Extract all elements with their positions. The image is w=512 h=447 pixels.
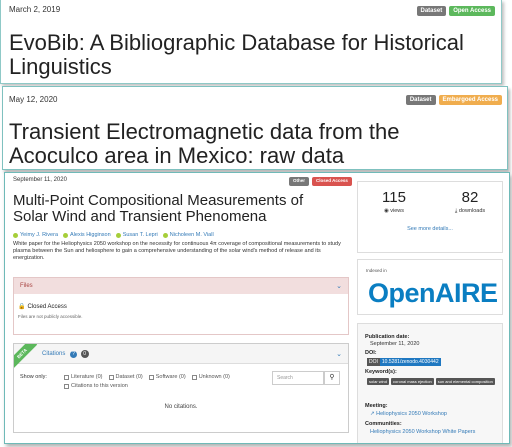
keyword-tag[interactable]: sun and elemental composition bbox=[435, 378, 495, 385]
publication-date-value: September 11, 2020 bbox=[370, 341, 420, 347]
doi-value[interactable]: 10.5281/zenodo.4030442 bbox=[379, 358, 441, 366]
type-badge: Dataset bbox=[405, 95, 436, 105]
openaire-logo[interactable]: OpenAIRE bbox=[368, 278, 498, 309]
orcid-icon bbox=[162, 232, 168, 238]
files-panel: Files ⌄ 🔒 Closed Access Files are not pu… bbox=[13, 277, 349, 335]
checkbox[interactable] bbox=[148, 374, 154, 380]
record-date: March 2, 2019 bbox=[9, 5, 61, 14]
type-badge: Dataset bbox=[416, 6, 447, 16]
filter-unknown[interactable]: Unknown (0) bbox=[191, 374, 230, 380]
record-date: September 11, 2020 bbox=[13, 177, 67, 183]
eye-icon: ◉ bbox=[383, 208, 389, 214]
record-card-tem-data[interactable]: May 12, 2020 Dataset Embargoed Access Tr… bbox=[2, 86, 508, 170]
record-title-line-1[interactable]: Transient Electromagnetic data from the bbox=[9, 120, 399, 144]
record-title-line-1[interactable]: EvoBib: A Bibliographic Database for His… bbox=[9, 31, 464, 55]
help-icon[interactable]: ? bbox=[70, 350, 78, 358]
type-badge: Other bbox=[289, 177, 310, 186]
access-badge: Open Access bbox=[449, 6, 495, 16]
checkbox[interactable] bbox=[108, 374, 114, 380]
orcid-icon bbox=[115, 232, 121, 238]
record-title: Multi-Point Compositional Measurements o… bbox=[13, 192, 304, 225]
record-title-line-2[interactable]: Linguistics bbox=[9, 55, 464, 79]
downloads-stat: 82 ⤓ downloads bbox=[446, 190, 494, 215]
citations-panel: BETA Citations ? 0 ⌄ Show only: Literatu… bbox=[13, 343, 349, 433]
access-badge: Embargoed Access bbox=[438, 95, 502, 105]
views-stat: 115 ◉ views bbox=[374, 189, 414, 215]
checkbox[interactable] bbox=[191, 374, 197, 380]
views-label: ◉ views bbox=[383, 208, 405, 214]
checkbox[interactable] bbox=[64, 383, 69, 389]
filter-this-version[interactable]: Citations to this version bbox=[64, 383, 128, 389]
record-badges: Dataset Open Access bbox=[416, 6, 495, 16]
downloads-label: ⤓ downloads bbox=[454, 208, 486, 214]
record-title-line-2[interactable]: Acoculco area in Mexico: raw data bbox=[9, 144, 399, 168]
citation-filters: Literature (0) Dataset (0) Software (0) … bbox=[64, 374, 264, 389]
record-description: White paper for the Heliophysics 2050 wo… bbox=[13, 241, 341, 261]
doi-badge[interactable]: DOI 10.5281/zenodo.4030442 bbox=[367, 358, 441, 366]
publication-date-label: Publication date: bbox=[365, 334, 410, 340]
author[interactable]: Nicholeen M. Viall bbox=[162, 232, 214, 238]
communities-label: Communities: bbox=[365, 421, 402, 427]
keyword-list: solar wind coronal mass ejection sun and… bbox=[367, 378, 497, 385]
filter-literature[interactable]: Literature (0) bbox=[64, 374, 103, 380]
downloads-count: 82 bbox=[461, 189, 479, 206]
indexed-in-label: Indexed in bbox=[366, 268, 387, 273]
meeting-label: Meeting: bbox=[365, 403, 388, 409]
meeting-link[interactable]: ↗ Heliophysics 2050 Workshop bbox=[370, 411, 447, 417]
keywords-label: Keyword(s): bbox=[365, 369, 397, 375]
files-panel-header[interactable]: Files ⌄ bbox=[14, 278, 348, 294]
chevron-down-icon[interactable]: ⌄ bbox=[336, 282, 342, 290]
show-only-label: Show only: bbox=[20, 374, 47, 380]
download-icon: ⤓ bbox=[454, 208, 458, 214]
closed-access-label: 🔒 Closed Access bbox=[18, 303, 67, 311]
filter-software[interactable]: Software (0) bbox=[148, 374, 186, 380]
orcid-icon bbox=[13, 232, 18, 238]
lock-icon: 🔒 bbox=[18, 304, 26, 310]
files-heading: Files bbox=[20, 283, 33, 289]
citations-heading: Citations bbox=[42, 350, 66, 357]
record-title[interactable]: Transient Electromagnetic data from the … bbox=[9, 120, 399, 168]
metadata-panel: Publication date: September 11, 2020 DOI… bbox=[357, 323, 503, 443]
stats-panel: 115 ◉ views 82 ⤓ downloads See more deta… bbox=[357, 181, 503, 253]
record-badges: Dataset Embargoed Access bbox=[405, 95, 502, 105]
citations-title[interactable]: Citations ? 0 bbox=[42, 349, 89, 358]
closed-access-note: Files are not publicly accessible. bbox=[18, 314, 83, 319]
filter-dataset[interactable]: Dataset (0) bbox=[108, 374, 143, 380]
record-date: May 12, 2020 bbox=[9, 95, 58, 104]
chevron-down-icon[interactable]: ⌄ bbox=[336, 350, 342, 358]
citations-count: 0 bbox=[80, 349, 89, 358]
external-link-icon: ↗ bbox=[370, 411, 375, 417]
views-count: 115 bbox=[382, 189, 406, 206]
see-more-details-link[interactable]: See more details... bbox=[358, 226, 502, 232]
author[interactable]: Yeimy J. Rivera bbox=[13, 232, 58, 238]
keyword-tag[interactable]: solar wind bbox=[367, 378, 390, 385]
citation-search-input[interactable]: Search bbox=[272, 371, 324, 385]
record-card-evobib[interactable]: March 2, 2019 Dataset Open Access EvoBib… bbox=[0, 0, 502, 84]
doi-label: DOI: bbox=[365, 350, 377, 356]
record-badges: Other Closed Access bbox=[289, 177, 352, 186]
record-title[interactable]: EvoBib: A Bibliographic Database for His… bbox=[9, 31, 464, 79]
author-list: Yeimy J. Rivera Alexis Higginson Susan T… bbox=[13, 232, 214, 238]
access-badge: Closed Access bbox=[312, 177, 352, 186]
keyword-tag[interactable]: coronal mass ejection bbox=[391, 378, 434, 385]
openaire-panel: Indexed in OpenAIRE bbox=[357, 259, 503, 315]
author[interactable]: Alexis Higginson bbox=[63, 232, 111, 238]
author[interactable]: Susan T. Lepri bbox=[115, 232, 158, 238]
closed-access-text: Closed Access bbox=[27, 303, 67, 310]
communities-link[interactable]: Heliophysics 2050 Workshop White Papers bbox=[370, 429, 475, 435]
no-citations-text: No citations. bbox=[164, 404, 198, 410]
citations-header[interactable]: Citations ? 0 ⌄ bbox=[14, 344, 348, 364]
search-icon[interactable]: ⚲ bbox=[324, 371, 340, 385]
doi-badge-label: DOI bbox=[367, 358, 380, 366]
checkbox[interactable] bbox=[64, 374, 69, 380]
orcid-icon bbox=[63, 232, 69, 238]
record-detail-card: September 11, 2020 Other Closed Access M… bbox=[4, 172, 510, 444]
